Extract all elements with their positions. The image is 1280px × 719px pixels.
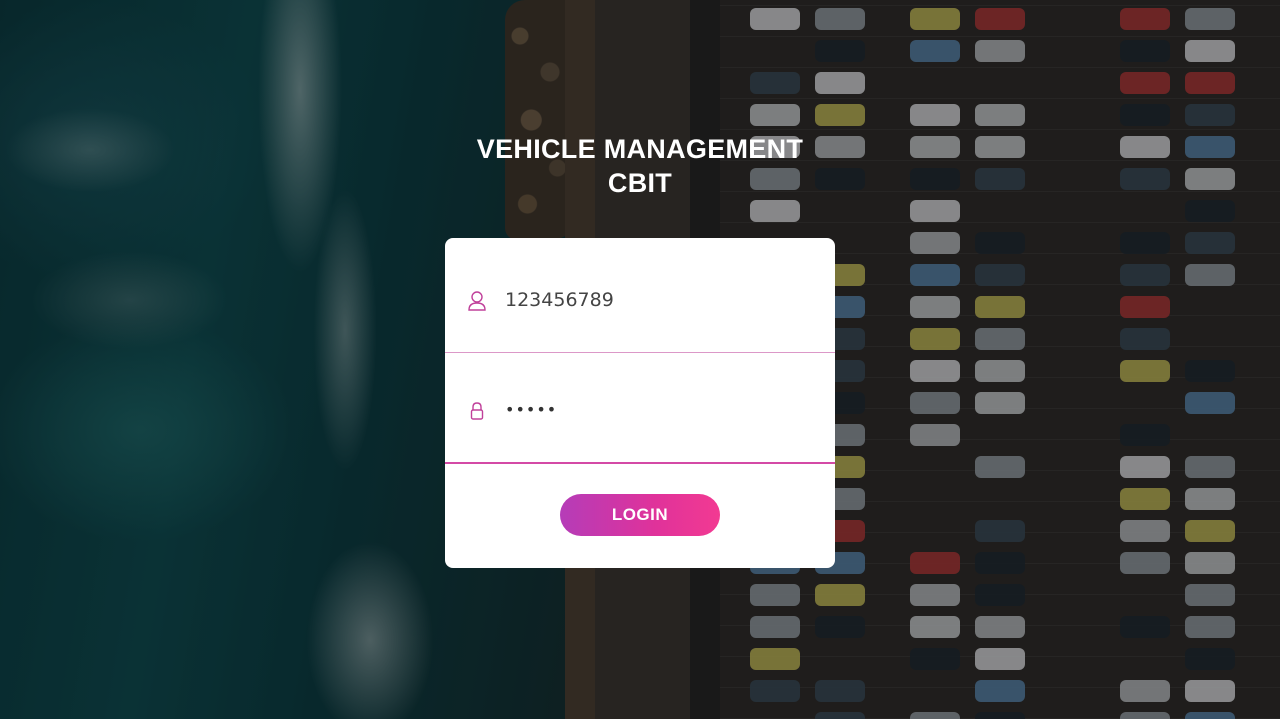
title-line-1: VEHICLE MANAGEMENT — [476, 134, 804, 164]
username-field[interactable]: 123456789 — [445, 244, 835, 353]
lock-icon — [467, 400, 487, 422]
page-title: VEHICLE MANAGEMENT CBIT — [340, 132, 940, 200]
title-line-2: CBIT — [607, 168, 673, 198]
password-field[interactable]: ••••• — [445, 354, 835, 464]
login-card: 123456789 ••••• LOGIN — [445, 238, 835, 568]
username-input[interactable]: 123456789 — [505, 284, 614, 316]
password-input[interactable]: ••••• — [505, 394, 557, 426]
login-button[interactable]: LOGIN — [560, 494, 720, 536]
user-icon — [467, 290, 487, 312]
